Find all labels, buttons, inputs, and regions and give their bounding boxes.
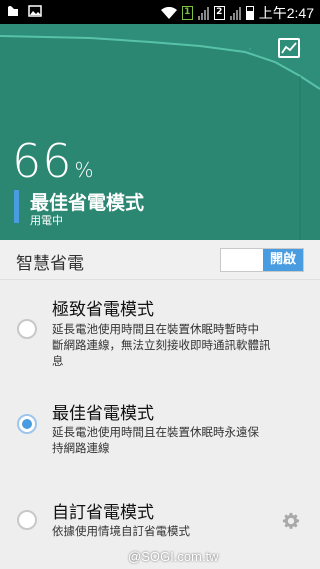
chart-icon[interactable] [278, 38, 300, 58]
smart-saving-label: 智慧省電 [16, 254, 84, 274]
status-time: 上午2:47 [258, 5, 314, 21]
desc-line: 依據使用情境自訂省電模式 [52, 524, 190, 538]
desc-line: 延長電池使用時間且在裝置休眠時暫時中 [52, 322, 259, 336]
wifi-icon [160, 6, 177, 19]
mode-title-optimal: 最佳省電模式 [52, 404, 154, 424]
signal-icon-2 [229, 6, 241, 20]
sim2-indicator: 2 [213, 6, 225, 20]
status-bar: 1 2 上午2:47 [0, 0, 320, 24]
battery-percent-value: 66 [12, 134, 73, 188]
app-icon [8, 6, 18, 16]
mode-title-custom: 自訂省電模式 [52, 503, 154, 523]
radio-optimal[interactable] [17, 414, 37, 434]
smart-saving-row: 智慧省電 開啟 [0, 240, 320, 280]
radio-ultra[interactable] [17, 319, 37, 339]
mode-item-custom[interactable]: 自訂省電模式 依據使用情境自訂省電模式 [0, 490, 320, 550]
toggle-on-label: 開啟 [263, 249, 303, 271]
mode-desc-ultra: 延長電池使用時間且在裝置休眠時暫時中 斷網路連線，無法立刻接收即時通訊軟體訊 息 [52, 321, 292, 369]
desc-line: 息 [52, 354, 64, 368]
sim1-indicator: 1 [181, 6, 193, 20]
radio-custom[interactable] [17, 510, 37, 530]
battery-hero-panel: 66% 最佳省電模式 用電中 [0, 24, 320, 240]
battery-icon [245, 6, 254, 20]
current-mode-title: 最佳省電模式 [30, 192, 145, 214]
desc-line: 延長電池使用時間且在裝置休眠時永遠保 [52, 425, 259, 439]
gear-icon[interactable] [282, 512, 300, 530]
mode-item-ultra[interactable]: 極致省電模式 延長電池使用時間且在裝置休眠時暫時中 斷網路連線，無法立刻接收即時… [0, 281, 320, 377]
desc-line: 持網路連線 [52, 441, 110, 455]
desc-line: 斷網路連線，無法立刻接收即時通訊軟體訊 [52, 338, 271, 352]
watermark: @SOGI.com.tw [128, 549, 219, 564]
battery-percent-unit: % [74, 158, 95, 182]
current-mode-status: 用電中 [30, 214, 63, 227]
battery-percent: 66% [12, 134, 95, 188]
mode-desc-optimal: 延長電池使用時間且在裝置休眠時永遠保 持網路連線 [52, 424, 292, 456]
mode-accent-bar [14, 190, 19, 223]
smart-saving-toggle[interactable]: 開啟 [220, 248, 304, 272]
signal-icon [197, 6, 209, 20]
mode-item-optimal[interactable]: 最佳省電模式 延長電池使用時間且在裝置休眠時永遠保 持網路連線 [0, 390, 320, 470]
image-icon [28, 5, 42, 17]
mode-desc-custom: 依據使用情境自訂省電模式 [52, 523, 292, 539]
mode-title-ultra: 極致省電模式 [52, 300, 154, 320]
